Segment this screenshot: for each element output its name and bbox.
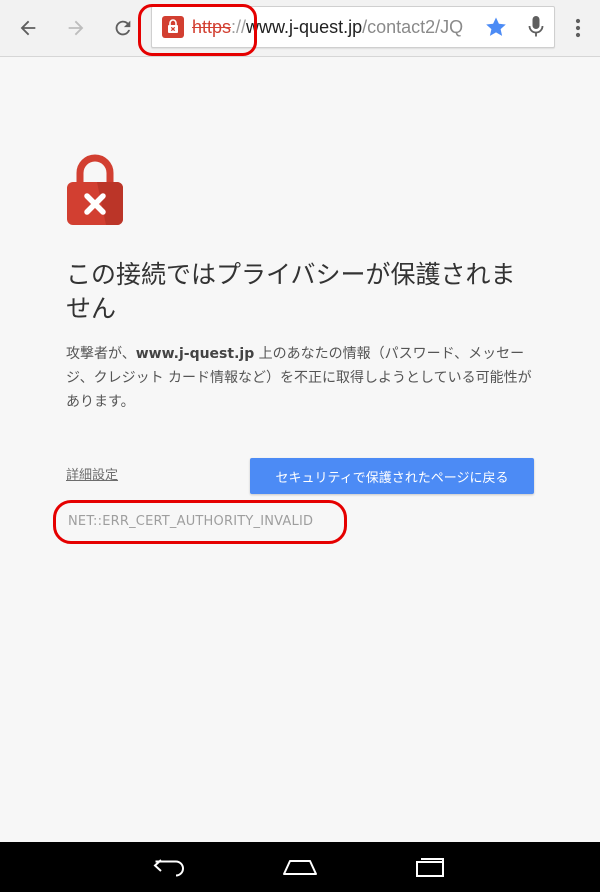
page-title: この接続ではプライバシーが保護されません: [66, 260, 516, 323]
url-path: /contact2/JQ: [362, 17, 464, 37]
forward-arrow-icon: [68, 20, 84, 36]
back-to-safety-button[interactable]: セキュリティで保護されたページに戻る: [250, 458, 534, 494]
url-host: www.j-quest.jp: [246, 17, 363, 37]
nav-back-icon[interactable]: [140, 842, 200, 892]
nav-home-icon[interactable]: [270, 842, 330, 892]
reload-icon: [115, 20, 131, 36]
star-icon[interactable]: [484, 15, 508, 39]
description-host: www.j-quest.jp: [135, 346, 255, 362]
annotation-circle-error-code: [53, 500, 347, 544]
browser-toolbar: https://www.j-quest.jp/contact2/JQ: [0, 0, 600, 57]
back-arrow-icon: [20, 20, 36, 36]
system-navigation-bar: [0, 842, 600, 892]
overflow-menu-icon[interactable]: [563, 0, 593, 56]
red-lock-x-icon: [66, 154, 124, 226]
warning-description: 攻撃者が、www.j-quest.jp 上のあなたの情報（パスワード、メッセージ…: [66, 342, 542, 414]
description-prefix: 攻撃者が、: [66, 346, 136, 362]
microphone-icon[interactable]: [524, 14, 548, 40]
forward-button[interactable]: [54, 0, 98, 56]
back-button[interactable]: [6, 0, 50, 56]
annotation-circle-url: [138, 4, 257, 56]
nav-recents-icon[interactable]: [400, 842, 460, 892]
details-link[interactable]: 詳細設定: [66, 466, 118, 486]
